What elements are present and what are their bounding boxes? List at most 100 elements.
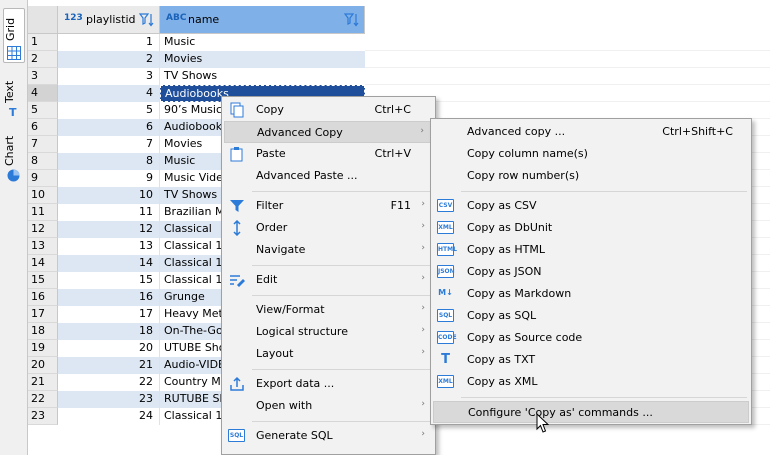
pie-chart-icon xyxy=(7,169,20,182)
cell-playlistid[interactable]: 6 xyxy=(58,119,160,136)
menu-item-copy[interactable]: Copy Ctrl+C xyxy=(224,99,433,121)
menu-item-order[interactable]: Order › xyxy=(224,217,433,239)
row-number[interactable]: 20 xyxy=(28,357,58,374)
row-number[interactable]: 12 xyxy=(28,221,58,238)
row-number[interactable]: 21 xyxy=(28,374,58,391)
cell-playlistid[interactable]: 18 xyxy=(58,323,160,340)
csv-icon: CSV xyxy=(437,199,454,212)
column-header-playlistid[interactable]: 123 playlistid xyxy=(58,6,160,34)
cell-playlistid[interactable]: 21 xyxy=(58,357,160,374)
sort-filter-icon[interactable] xyxy=(344,12,360,28)
cell-playlistid[interactable]: 1 xyxy=(58,34,160,51)
menu-item-view-format[interactable]: View/Format › xyxy=(224,299,433,321)
cell-playlistid[interactable]: 17 xyxy=(58,306,160,323)
cell-playlistid[interactable]: 13 xyxy=(58,238,160,255)
menu-item-generate-sql[interactable]: SQL Generate SQL › xyxy=(224,425,433,447)
sort-filter-icon[interactable] xyxy=(139,12,155,28)
menu-item-export-data[interactable]: Export data ... xyxy=(224,373,433,395)
cell-playlistid[interactable]: 2 xyxy=(58,51,160,68)
menu-item-open-with[interactable]: Open with › xyxy=(224,395,433,417)
xml-icon: XML xyxy=(437,221,454,234)
submenu-item-copy-source-code[interactable]: CODE Copy as Source code xyxy=(433,327,749,349)
cell-playlistid[interactable]: 5 xyxy=(58,102,160,119)
submenu-item-copy-column-names[interactable]: Copy column name(s) xyxy=(433,143,749,165)
submenu-item-copy-xml[interactable]: XML Copy as XML xyxy=(433,371,749,393)
row-number[interactable]: 9 xyxy=(28,170,58,187)
table-row[interactable]: 3 3 TV Shows xyxy=(28,68,770,85)
menu-item-edit[interactable]: Edit › xyxy=(224,269,433,291)
row-number[interactable]: 4 xyxy=(28,85,58,102)
menu-separator xyxy=(461,397,747,398)
cell-playlistid[interactable]: 7 xyxy=(58,136,160,153)
column-header-name[interactable]: ABC name xyxy=(160,6,365,34)
row-number[interactable]: 23 xyxy=(28,408,58,425)
table-row[interactable]: 1 1 Music xyxy=(28,34,770,51)
menu-item-advanced-copy[interactable]: Advanced Copy › xyxy=(224,121,433,143)
cell-playlistid[interactable]: 16 xyxy=(58,289,160,306)
grid-corner[interactable] xyxy=(28,6,58,34)
menu-item-paste[interactable]: Paste Ctrl+V xyxy=(224,143,433,165)
cell-playlistid[interactable]: 4 xyxy=(58,85,160,102)
row-number[interactable]: 3 xyxy=(28,68,58,85)
cell-playlistid[interactable]: 15 xyxy=(58,272,160,289)
row-number[interactable]: 1 xyxy=(28,34,58,51)
sort-icon xyxy=(233,220,241,236)
submenu-item-copy-row-numbers[interactable]: Copy row number(s) xyxy=(433,165,749,187)
row-number[interactable]: 6 xyxy=(28,119,58,136)
cell-playlistid[interactable]: 24 xyxy=(58,408,160,425)
row-empty-area xyxy=(365,68,770,85)
row-number[interactable]: 22 xyxy=(28,391,58,408)
submenu-item-copy-txt[interactable]: T Copy as TXT xyxy=(433,349,749,371)
row-number[interactable]: 11 xyxy=(28,204,58,221)
cell-playlistid[interactable]: 14 xyxy=(58,255,160,272)
row-number[interactable]: 5 xyxy=(28,102,58,119)
advanced-copy-submenu: Advanced copy ... Ctrl+Shift+C Copy colu… xyxy=(430,118,752,425)
cell-name[interactable]: Music xyxy=(160,34,365,51)
row-number[interactable]: 14 xyxy=(28,255,58,272)
table-row[interactable]: 2 2 Movies xyxy=(28,51,770,68)
tab-text[interactable]: Text T xyxy=(3,78,25,124)
cell-playlistid[interactable]: 9 xyxy=(58,170,160,187)
menu-item-layout[interactable]: Layout › xyxy=(224,343,433,365)
cell-playlistid[interactable]: 23 xyxy=(58,391,160,408)
row-number[interactable]: 10 xyxy=(28,187,58,204)
menu-item-navigate[interactable]: Navigate › xyxy=(224,239,433,261)
submenu-item-copy-csv[interactable]: CSV Copy as CSV xyxy=(433,195,749,217)
cell-playlistid[interactable]: 8 xyxy=(58,153,160,170)
row-number[interactable]: 2 xyxy=(28,51,58,68)
row-number[interactable]: 8 xyxy=(28,153,58,170)
row-number[interactable]: 13 xyxy=(28,238,58,255)
submenu-item-copy-dbunit[interactable]: XML Copy as DbUnit xyxy=(433,217,749,239)
cell-playlistid[interactable]: 10 xyxy=(58,187,160,204)
submenu-item-copy-html[interactable]: HTML Copy as HTML xyxy=(433,239,749,261)
submenu-item-configure-copy-as[interactable]: Configure 'Copy as' commands ... xyxy=(433,401,749,423)
row-number[interactable]: 15 xyxy=(28,272,58,289)
cell-playlistid[interactable]: 12 xyxy=(58,221,160,238)
menu-item-filter[interactable]: Filter F11 › xyxy=(224,195,433,217)
cell-name[interactable]: TV Shows xyxy=(160,68,365,85)
row-number[interactable]: 18 xyxy=(28,323,58,340)
row-number[interactable]: 7 xyxy=(28,136,58,153)
submenu-arrow-icon: › xyxy=(421,243,425,253)
tab-grid[interactable]: Grid xyxy=(3,8,25,63)
submenu-item-advanced-copy[interactable]: Advanced copy ... Ctrl+Shift+C xyxy=(433,121,749,143)
row-number[interactable]: 19 xyxy=(28,340,58,357)
code-icon: CODE xyxy=(437,331,457,344)
submenu-item-copy-markdown[interactable]: M↓ Copy as Markdown xyxy=(433,283,749,305)
cell-playlistid[interactable]: 11 xyxy=(58,204,160,221)
menu-item-logical-structure[interactable]: Logical structure › xyxy=(224,321,433,343)
cell-playlistid[interactable]: 3 xyxy=(58,68,160,85)
menu-separator xyxy=(252,295,431,296)
cell-name[interactable]: Movies xyxy=(160,51,365,68)
menu-item-advanced-paste[interactable]: Advanced Paste ... xyxy=(224,165,433,187)
submenu-arrow-icon: › xyxy=(421,429,425,439)
tab-chart[interactable]: Chart xyxy=(3,134,25,186)
cell-playlistid[interactable]: 20 xyxy=(58,340,160,357)
submenu-item-copy-json[interactable]: JSON Copy as JSON xyxy=(433,261,749,283)
cell-playlistid[interactable]: 22 xyxy=(58,374,160,391)
submenu-item-copy-sql[interactable]: SQL Copy as SQL xyxy=(433,305,749,327)
submenu-arrow-icon: › xyxy=(421,221,425,231)
row-number[interactable]: 17 xyxy=(28,306,58,323)
menu-item-advanced-paste-label: Advanced Paste ... xyxy=(256,169,358,182)
row-number[interactable]: 16 xyxy=(28,289,58,306)
